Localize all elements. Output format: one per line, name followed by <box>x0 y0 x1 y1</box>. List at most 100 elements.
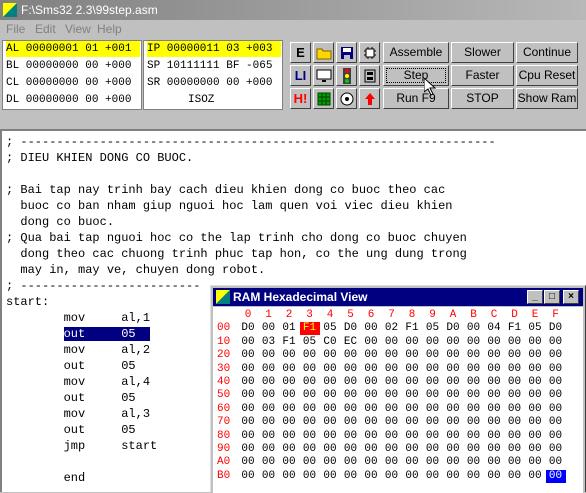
ram-column-header: 9 <box>429 309 436 321</box>
source-line[interactable]: dong co buoc. <box>6 214 114 230</box>
source-line[interactable]: end <box>6 470 86 486</box>
ram-cell: 00 <box>425 416 440 429</box>
device-icon[interactable] <box>359 65 380 86</box>
continue-button[interactable]: Continue <box>516 42 578 63</box>
ram-cell: 00 <box>446 362 460 375</box>
ram-cell: 00 <box>302 429 317 442</box>
ram-cell: 00 <box>364 402 378 415</box>
ram-column-header: 6 <box>367 309 375 321</box>
ram-cell: 00 <box>384 376 399 388</box>
faster-button[interactable]: Faster <box>451 65 514 86</box>
menu-view[interactable]: View <box>65 20 91 38</box>
ram-cell: 00 <box>446 456 460 469</box>
ram-cell: 00 <box>384 362 399 375</box>
open-folder-icon[interactable] <box>313 42 334 63</box>
ram-cell: 00 <box>425 349 440 362</box>
ram-cell: 00 <box>446 443 460 455</box>
source-line[interactable]: out 05 <box>6 390 136 406</box>
ram-cell: 00 <box>405 335 419 348</box>
ram-cell: EC <box>343 335 358 348</box>
source-line[interactable]: out 05 <box>6 358 136 374</box>
ram-cell: 00 <box>384 443 399 455</box>
source-line[interactable]: buoc co ban nham giup nguoi hoc lam quen… <box>6 198 452 214</box>
ram-window-icon <box>216 290 230 304</box>
ram-row-address: 00 <box>217 322 231 335</box>
ram-cell: 00 <box>446 376 460 388</box>
close-icon[interactable]: × <box>563 290 579 304</box>
ram-cell: 00 <box>466 429 481 442</box>
ram-cell: 00 <box>466 376 481 388</box>
ram-cell: 00 <box>425 456 440 469</box>
ram-cell: 00 <box>364 349 378 362</box>
source-line[interactable]: out 05 <box>6 422 136 438</box>
ram-column-header: D <box>511 309 518 321</box>
ram-cell: 00 <box>384 349 399 362</box>
stepper-motor-icon[interactable] <box>336 88 357 109</box>
chip-icon[interactable] <box>359 42 380 63</box>
ram-cell: 00 <box>528 335 542 348</box>
keypad-icon[interactable] <box>313 88 334 109</box>
ram-cell: 00 <box>261 322 276 335</box>
mouse-cursor-icon <box>424 78 436 96</box>
e-icon[interactable]: E <box>290 42 311 63</box>
slower-button[interactable]: Slower <box>451 42 514 63</box>
ram-cell: 00 <box>384 335 399 348</box>
li-icon[interactable]: LI <box>290 65 311 86</box>
step-button[interactable]: Step <box>383 65 449 86</box>
source-line[interactable]: ; --------------------------------------… <box>6 134 496 150</box>
source-line[interactable]: mov al,4 <box>6 374 150 390</box>
ram-cell: 00 <box>384 469 399 482</box>
run-button[interactable]: Run F9 <box>383 88 449 109</box>
source-line[interactable]: out 05 <box>6 326 151 342</box>
register-ip: IP 00000011 03 +003 <box>147 41 281 57</box>
ram-cell: 00 <box>343 376 358 388</box>
maximize-icon[interactable]: □ <box>544 290 560 304</box>
source-line[interactable]: ; Qua bai tap nguoi hoc co the lap trinh… <box>6 230 467 246</box>
source-line[interactable]: mov al,1 <box>6 310 150 326</box>
save-disk-icon[interactable] <box>336 42 357 63</box>
menu-edit[interactable]: Edit <box>35 20 56 38</box>
ram-cell: 00 <box>466 389 481 402</box>
source-line[interactable]: mov al,3 <box>6 406 150 422</box>
source-line[interactable]: mov al,2 <box>6 342 150 358</box>
source-line[interactable]: start: <box>6 294 49 310</box>
monitor-icon[interactable] <box>313 65 334 86</box>
stop-button[interactable]: STOP <box>451 88 514 109</box>
menu-help[interactable]: Help <box>97 20 122 38</box>
up-arrow-icon[interactable] <box>359 88 380 109</box>
ram-cell: 00 <box>446 402 460 415</box>
traffic-light-icon[interactable] <box>336 65 357 86</box>
ram-cell: 00 <box>302 376 317 388</box>
cpu-reset-button[interactable]: Cpu Reset <box>516 65 578 86</box>
minimize-icon[interactable]: _ <box>527 290 543 304</box>
ram-cell: 00 <box>446 389 460 402</box>
show-ram-button[interactable]: Show Ram <box>516 88 578 109</box>
hi-icon[interactable]: H! <box>290 88 311 109</box>
ram-column-header: 4 <box>326 309 334 321</box>
ram-cell: 00 <box>302 456 317 469</box>
ram-cell: D0 <box>548 322 563 335</box>
ram-column-header: 2 <box>285 309 293 321</box>
ram-cell: 00 <box>405 389 419 402</box>
ram-cell: 00 <box>507 456 522 469</box>
ram-window-titlebar[interactable]: RAM Hexadecimal View _ □ × <box>213 288 583 306</box>
source-line[interactable]: may in, may ve, chuyen dong robot. <box>6 262 265 278</box>
ram-cell: 00 <box>425 402 440 415</box>
ram-cell: 00 <box>487 389 501 402</box>
source-line[interactable]: ; DIEU KHIEN DONG CO BUOC. <box>6 150 193 166</box>
register-sr: SR 00000000 00 +000 <box>147 77 273 89</box>
ram-cell: 00 <box>425 362 440 375</box>
source-line[interactable]: dong theo cac chuong trinh phuc tap hon,… <box>6 246 466 262</box>
source-line[interactable]: ; Bai tap nay trinh bay cach dieu khien … <box>6 182 445 198</box>
ram-cell: 00 <box>261 456 276 469</box>
ram-cell: 00 <box>487 335 501 348</box>
ram-column-header: 5 <box>347 309 354 321</box>
menu-file[interactable]: File <box>6 20 25 38</box>
source-line[interactable]: jmp start <box>6 438 158 454</box>
ram-hex-window[interactable]: RAM Hexadecimal View _ □ × 0123456789ABC… <box>210 285 586 493</box>
ram-cell: 00 <box>343 389 358 402</box>
source-line[interactable]: ; ------------------------- <box>6 278 200 294</box>
ram-cell: 00 <box>261 402 276 415</box>
assemble-button[interactable]: Assemble <box>383 42 449 63</box>
ram-cell: 00 <box>364 362 378 375</box>
